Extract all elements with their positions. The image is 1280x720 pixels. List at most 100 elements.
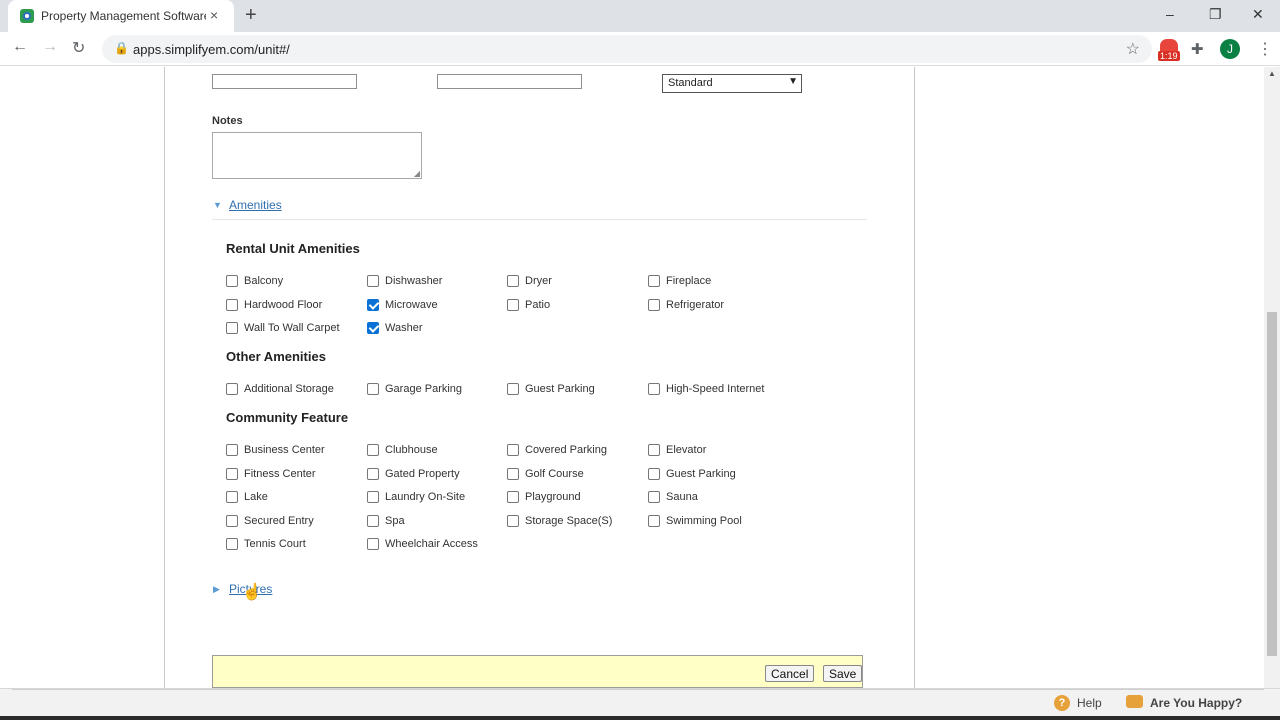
- amenity-label[interactable]: Hardwood Floor: [244, 299, 322, 311]
- checkbox-unchecked[interactable]: [226, 538, 238, 550]
- page-viewport: Standard ▼ Notes ◢ ▼ Amenities Rental Un…: [0, 67, 1264, 688]
- maximize-icon[interactable]: ❐: [1209, 6, 1222, 23]
- checkbox-unchecked[interactable]: [367, 383, 379, 395]
- checkbox-unchecked[interactable]: [648, 468, 660, 480]
- checkbox-unchecked[interactable]: [226, 275, 238, 287]
- amenity-label[interactable]: Patio: [525, 299, 550, 311]
- checkbox-unchecked[interactable]: [226, 444, 238, 456]
- checkbox-unchecked[interactable]: [648, 515, 660, 527]
- checkbox-checked[interactable]: [367, 322, 379, 334]
- checkbox-unchecked[interactable]: [367, 468, 379, 480]
- window-close-icon[interactable]: ✕: [1252, 6, 1264, 23]
- browser-menu-icon[interactable]: ⋮: [1257, 39, 1273, 59]
- amenity-label[interactable]: Guest Parking: [525, 383, 595, 395]
- checkbox-unchecked[interactable]: [648, 299, 660, 311]
- checkbox-unchecked[interactable]: [367, 275, 379, 287]
- scroll-up-icon[interactable]: ▲: [1268, 69, 1276, 78]
- tab-close-icon[interactable]: ×: [210, 7, 218, 23]
- checkbox-unchecked[interactable]: [226, 299, 238, 311]
- amenity-label[interactable]: Elevator: [666, 444, 706, 456]
- checkbox-unchecked[interactable]: [507, 468, 519, 480]
- checkbox-unchecked[interactable]: [367, 491, 379, 503]
- checkbox-unchecked[interactable]: [648, 491, 660, 503]
- checkbox-unchecked[interactable]: [507, 275, 519, 287]
- checkbox-unchecked[interactable]: [507, 299, 519, 311]
- checkbox-unchecked[interactable]: [226, 468, 238, 480]
- amenity-label[interactable]: Wheelchair Access: [385, 538, 478, 550]
- amenity-label[interactable]: Lake: [244, 491, 268, 503]
- unit-field-1[interactable]: [212, 74, 357, 89]
- checkbox-unchecked[interactable]: [648, 275, 660, 287]
- amenity-label[interactable]: Fitness Center: [244, 468, 316, 480]
- back-icon[interactable]: ←: [12, 38, 28, 56]
- notes-textarea[interactable]: ◢: [212, 132, 422, 179]
- amenity-label[interactable]: Storage Space(S): [525, 515, 612, 527]
- checkbox-unchecked[interactable]: [367, 444, 379, 456]
- resize-grip-icon[interactable]: ◢: [414, 169, 420, 178]
- amenity-label[interactable]: Fireplace: [666, 275, 711, 287]
- amenity-label[interactable]: Spa: [385, 515, 405, 527]
- checkbox-unchecked[interactable]: [226, 491, 238, 503]
- checkbox-unchecked[interactable]: [648, 444, 660, 456]
- feedback-link[interactable]: Are You Happy?: [1150, 696, 1242, 710]
- amenity-label[interactable]: Additional Storage: [244, 383, 334, 395]
- checkbox-unchecked[interactable]: [226, 383, 238, 395]
- unit-type-select[interactable]: Standard ▼: [662, 74, 802, 93]
- amenity-label[interactable]: Golf Course: [525, 468, 584, 480]
- address-url[interactable]: apps.simplifyem.com/unit#/: [133, 42, 290, 57]
- page-scrollbar[interactable]: ▲: [1264, 67, 1280, 688]
- amenity-label[interactable]: Dishwasher: [385, 275, 442, 287]
- amenity-label[interactable]: High-Speed Internet: [666, 383, 764, 395]
- amenity-label[interactable]: Refrigerator: [666, 299, 724, 311]
- amenity-label[interactable]: Covered Parking: [525, 444, 607, 456]
- checkbox-unchecked[interactable]: [648, 383, 660, 395]
- help-link[interactable]: Help: [1077, 696, 1102, 710]
- amenity-label[interactable]: Sauna: [666, 491, 698, 503]
- browser-tab[interactable]: Property Management Software ×: [8, 0, 234, 32]
- save-button[interactable]: Save: [823, 665, 863, 682]
- extensions-puzzle-icon[interactable]: ✚: [1191, 40, 1204, 58]
- bookmark-star-icon[interactable]: ☆: [1126, 39, 1140, 59]
- checkbox-unchecked[interactable]: [367, 515, 379, 527]
- amenity-label[interactable]: Laundry On-Site: [385, 491, 465, 503]
- amenity-label[interactable]: Tennis Court: [244, 538, 306, 550]
- new-tab-button[interactable]: +: [245, 4, 257, 27]
- amenity-label[interactable]: Playground: [525, 491, 581, 503]
- checkbox-checked[interactable]: [367, 299, 379, 311]
- checkbox-unchecked[interactable]: [507, 491, 519, 503]
- extension-icon[interactable]: 1:19: [1158, 39, 1180, 61]
- profile-avatar[interactable]: J: [1220, 39, 1240, 59]
- amenity-label[interactable]: Gated Property: [385, 468, 460, 480]
- amenity-label[interactable]: Clubhouse: [385, 444, 438, 456]
- scrollbar-thumb[interactable]: [1267, 312, 1277, 656]
- cancel-button[interactable]: Cancel: [765, 665, 815, 682]
- checkbox-unchecked[interactable]: [367, 538, 379, 550]
- forward-icon[interactable]: →: [42, 38, 58, 56]
- minimize-icon[interactable]: –: [1166, 6, 1174, 22]
- lock-icon: 🔒: [114, 41, 129, 55]
- checkbox-unchecked[interactable]: [226, 515, 238, 527]
- amenity-label[interactable]: Guest Parking: [666, 468, 736, 480]
- amenity-label[interactable]: Garage Parking: [385, 383, 462, 395]
- amenity-label[interactable]: Business Center: [244, 444, 325, 456]
- help-icon[interactable]: ?: [1054, 695, 1070, 711]
- amenity-label[interactable]: Microwave: [385, 299, 438, 311]
- amenity-label[interactable]: Balcony: [244, 275, 283, 287]
- amenity-label[interactable]: Washer: [385, 322, 423, 334]
- feedback-chat-icon[interactable]: [1126, 695, 1143, 708]
- address-bar[interactable]: 🔒 apps.simplifyem.com/unit#/ ☆: [102, 35, 1152, 63]
- amenity-label[interactable]: Dryer: [525, 275, 552, 287]
- amenities-link[interactable]: Amenities: [229, 198, 282, 212]
- checkbox-unchecked[interactable]: [226, 322, 238, 334]
- reload-icon[interactable]: ↻: [72, 38, 85, 58]
- horizontal-scrollbar[interactable]: [12, 689, 1264, 690]
- amenity-label[interactable]: Secured Entry: [244, 515, 314, 527]
- unit-field-2[interactable]: [437, 74, 582, 89]
- unit-type-value: Standard: [668, 77, 713, 89]
- checkbox-unchecked[interactable]: [507, 444, 519, 456]
- checkbox-unchecked[interactable]: [507, 515, 519, 527]
- amenity-label[interactable]: Swimming Pool: [666, 515, 742, 527]
- checkbox-unchecked[interactable]: [507, 383, 519, 395]
- community-feature-title: Community Feature: [226, 410, 349, 425]
- amenity-label[interactable]: Wall To Wall Carpet: [244, 322, 340, 334]
